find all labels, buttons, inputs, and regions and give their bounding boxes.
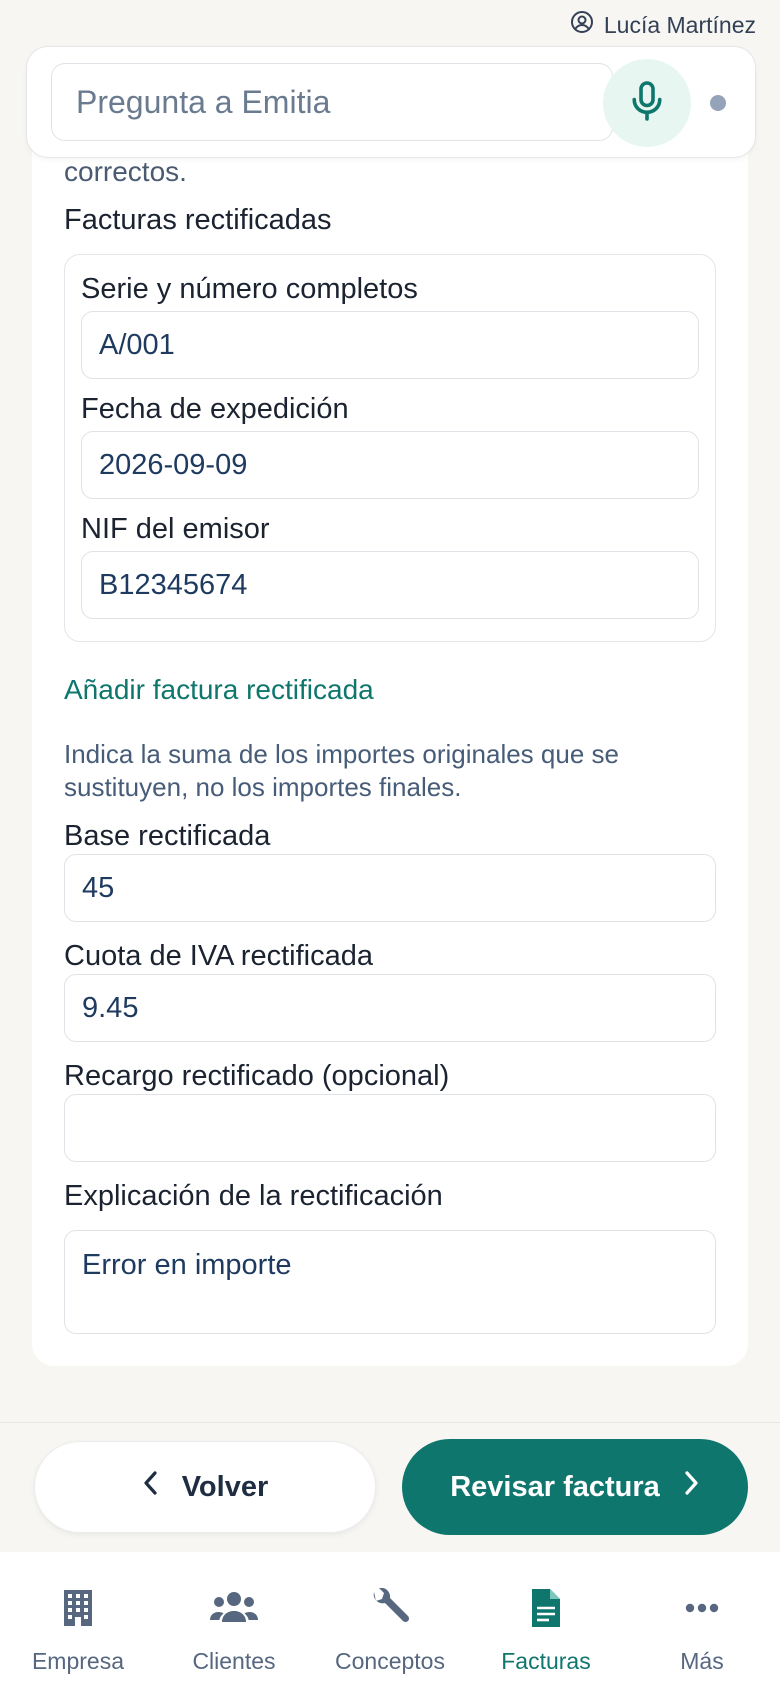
- iva-value: 9.45: [82, 991, 139, 1024]
- nav-item-mas[interactable]: Más: [624, 1552, 780, 1688]
- wrench-icon: [364, 1586, 416, 1630]
- issuer-nif-field[interactable]: B12345674: [81, 551, 699, 619]
- building-icon: [52, 1586, 104, 1630]
- nav-item-conceptos[interactable]: Conceptos: [312, 1552, 468, 1688]
- microphone-button[interactable]: [603, 59, 691, 147]
- nav-label-empresa: Empresa: [31, 1648, 125, 1674]
- nav-item-clientes[interactable]: Clientes: [156, 1552, 312, 1688]
- nav-label-mas: Más: [680, 1648, 724, 1674]
- review-invoice-button[interactable]: Revisar factura: [402, 1439, 748, 1535]
- microphone-icon: [629, 80, 665, 127]
- nav-label-facturas: Facturas: [501, 1648, 591, 1674]
- base-value: 45: [82, 871, 115, 904]
- series-label: Serie y número completos: [81, 273, 418, 305]
- user-name: Lucía Martínez: [603, 11, 756, 38]
- users-icon: [208, 1586, 260, 1630]
- status-dot: [710, 95, 726, 111]
- rectified-invoices-title: Facturas rectificadas: [64, 204, 332, 236]
- bottom-navigation: Empresa Clientes Conceptos Facturas Más: [0, 1552, 780, 1688]
- nav-item-facturas[interactable]: Facturas: [468, 1552, 624, 1688]
- chevron-left-icon: [142, 1469, 160, 1505]
- issue-date-field[interactable]: 2026-09-09: [81, 431, 699, 499]
- base-field[interactable]: 45: [64, 854, 716, 922]
- clipped-text: correctos.: [64, 156, 187, 187]
- chevron-right-icon: [682, 1469, 700, 1505]
- series-value: A/001: [99, 328, 175, 361]
- ask-input[interactable]: [51, 63, 613, 141]
- invoice-form-screen: Lucía Martínez correctos. Facturas recti…: [0, 0, 780, 1688]
- base-label: Base rectificada: [64, 820, 271, 852]
- iva-label: Cuota de IVA rectificada: [64, 940, 373, 972]
- more-dots-icon: [676, 1586, 728, 1630]
- document-icon: [520, 1586, 572, 1630]
- user-indicator[interactable]: Lucía Martínez: [570, 10, 756, 40]
- nav-label-conceptos: Conceptos: [335, 1648, 445, 1674]
- user-circle-icon: [570, 10, 594, 40]
- nav-label-clientes: Clientes: [192, 1648, 276, 1674]
- ask-assistant-bar: [26, 46, 756, 158]
- issuer-nif-value: B12345674: [99, 568, 248, 601]
- explanation-label: Explicación de la rectificación: [64, 1180, 443, 1212]
- recargo-field[interactable]: [64, 1094, 716, 1162]
- series-field[interactable]: A/001: [81, 311, 699, 379]
- recargo-label: Recargo rectificado (opcional): [64, 1060, 450, 1092]
- iva-field[interactable]: 9.45: [64, 974, 716, 1042]
- nav-item-empresa[interactable]: Empresa: [0, 1552, 156, 1688]
- rectified-invoice-box: Serie y número completos A/001 Fecha de …: [64, 254, 716, 642]
- add-rectified-invoice-link[interactable]: Añadir factura rectificada: [64, 674, 374, 706]
- issuer-nif-label: NIF del emisor: [81, 513, 270, 545]
- back-button-label: Volver: [181, 1470, 269, 1503]
- form-card: correctos. Facturas rectificadas Serie y…: [32, 150, 748, 1366]
- explanation-textarea[interactable]: Error en importe: [64, 1230, 716, 1334]
- explanation-value: Error en importe: [82, 1249, 292, 1281]
- back-button[interactable]: Volver: [34, 1441, 376, 1533]
- issue-date-label: Fecha de expedición: [81, 393, 349, 425]
- review-invoice-button-label: Revisar factura: [450, 1470, 660, 1503]
- amounts-hint: Indica la suma de los importes originale…: [64, 739, 619, 802]
- issue-date-value: 2026-09-09: [99, 448, 248, 481]
- action-bar: Volver Revisar factura: [0, 1422, 780, 1552]
